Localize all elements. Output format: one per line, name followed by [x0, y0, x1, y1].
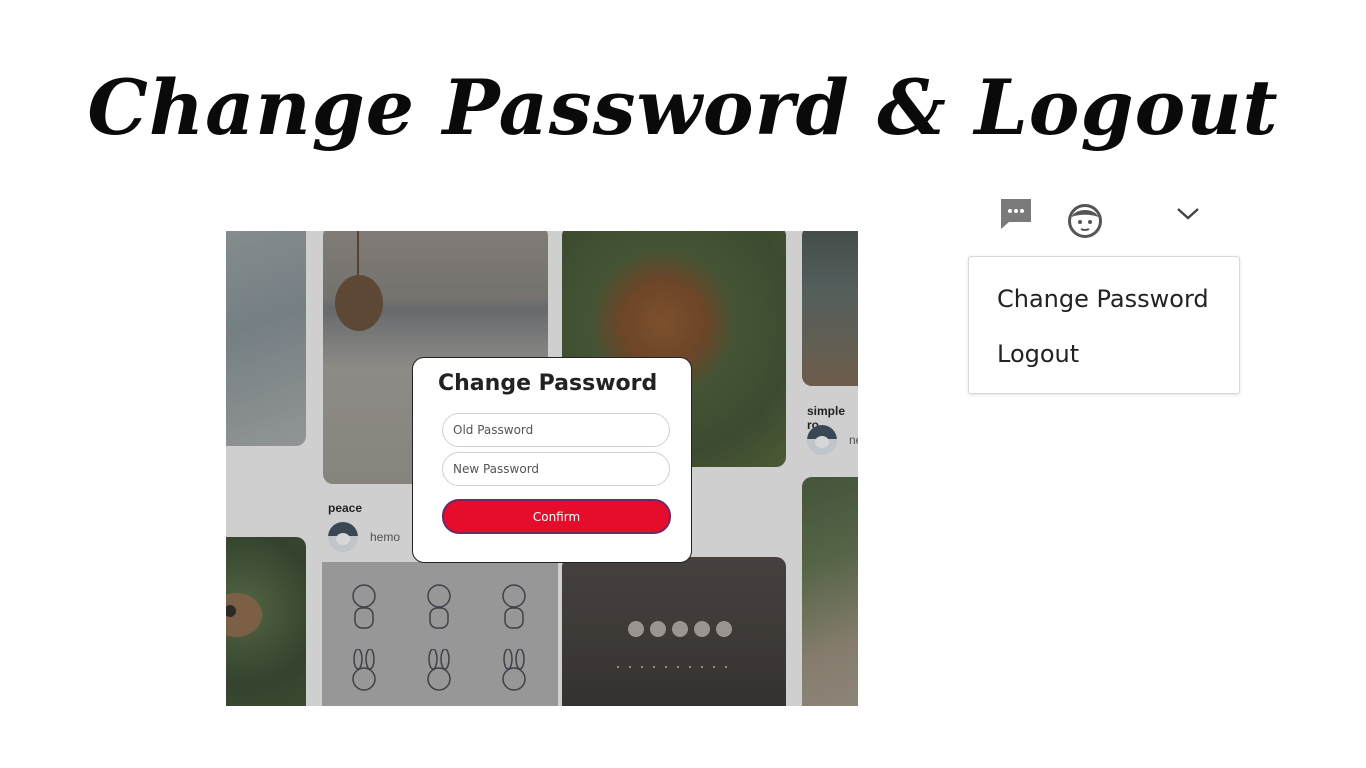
logout-menu-item[interactable]: Logout [997, 340, 1079, 368]
profile-icon[interactable] [1066, 203, 1104, 239]
app-screenshot: peace hemo simple ro ne Change Pa [226, 231, 858, 706]
modal-title: Change Password [438, 371, 658, 396]
chevron-down-icon[interactable] [1176, 205, 1200, 223]
old-password-input[interactable] [442, 413, 670, 447]
slide-title: Change Password & Logout [87, 63, 1279, 152]
account-dropdown-menu: Change Password Logout [968, 256, 1240, 394]
messages-icon[interactable] [998, 196, 1034, 232]
change-password-modal: Change Password Confirm [412, 357, 692, 563]
confirm-button[interactable]: Confirm [442, 499, 671, 534]
new-password-input[interactable] [442, 452, 670, 486]
change-password-menu-item[interactable]: Change Password [997, 285, 1209, 313]
